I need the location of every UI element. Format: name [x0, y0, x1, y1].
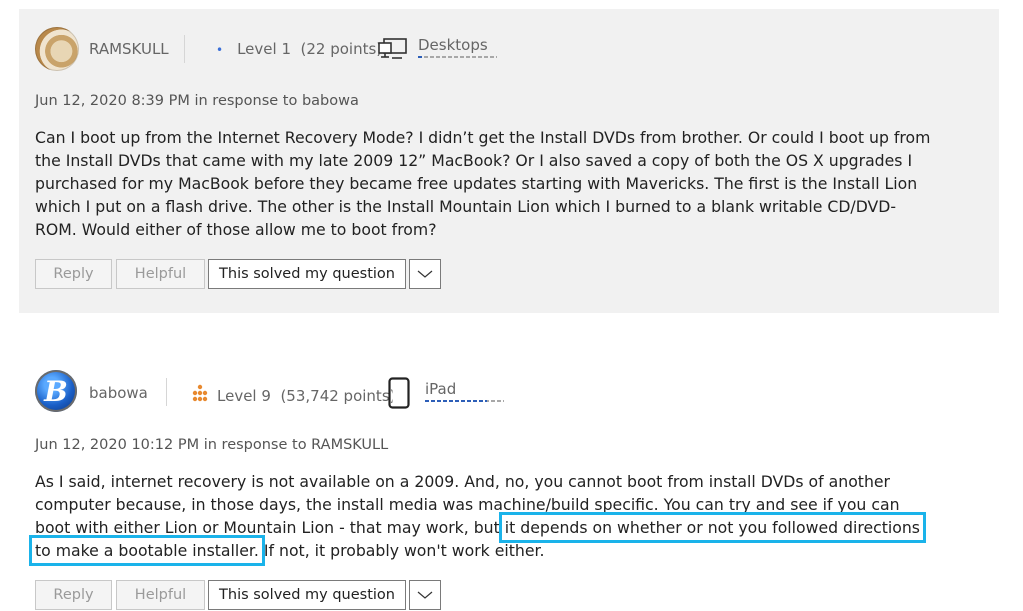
level-progress-bar — [418, 56, 497, 58]
level-progress-fill — [418, 56, 425, 58]
reply-post: RAMSKULL • Level 1 (22 points) Desktops J… — [19, 9, 999, 313]
reply-button[interactable]: Reply — [35, 580, 112, 610]
more-options-button[interactable] — [409, 580, 441, 610]
post-date: Jun 12, 2020 8:39 PM — [35, 93, 190, 109]
tablet-icon — [388, 377, 410, 409]
post-body: Can I boot up from the Internet Recovery… — [35, 128, 931, 239]
points-label: (22 points) — [300, 40, 383, 58]
user-level: • Level 1 (22 points) — [216, 40, 382, 58]
helpful-button[interactable]: Helpful — [116, 580, 205, 610]
level-progress-fill — [425, 400, 487, 402]
points-label: (53,742 points) — [280, 387, 396, 405]
chevron-down-icon — [417, 270, 433, 278]
post-date-line: Jun 12, 2020 10:12 PM in response to RAM… — [35, 437, 388, 453]
more-options-button[interactable] — [409, 259, 441, 289]
helpful-button[interactable]: Helpful — [116, 259, 205, 289]
divider — [184, 35, 185, 63]
reply-post: B babowa Level 9 (53,742 points) iPad Ju… — [19, 355, 999, 611]
in-response-link[interactable]: in response to babowa — [194, 93, 358, 109]
device-label: Desktops — [418, 36, 488, 54]
username[interactable]: babowa — [89, 384, 148, 402]
reply-button[interactable]: Reply — [35, 259, 112, 289]
avatar[interactable] — [35, 27, 79, 71]
post-date: Jun 12, 2020 10:12 PM — [35, 437, 200, 453]
post-body-text: If not, it probably won't work either. — [258, 541, 545, 560]
post-body: As I said, internet recovery is not avai… — [29, 470, 935, 566]
avatar[interactable]: B — [35, 370, 77, 412]
username[interactable]: RAMSKULL — [89, 40, 169, 58]
divider — [166, 378, 167, 406]
in-response-link[interactable]: in response to RAMSKULL — [204, 437, 388, 453]
chevron-down-icon — [417, 591, 433, 599]
level-label: Level 1 — [237, 40, 291, 58]
post-date-line: Jun 12, 2020 8:39 PM in response to babo… — [35, 93, 359, 109]
user-level: Level 9 (53,742 points) — [191, 384, 395, 405]
solved-button[interactable]: This solved my question — [208, 580, 406, 610]
solved-button[interactable]: This solved my question — [208, 259, 406, 289]
level-label: Level 9 — [217, 387, 271, 405]
level-progress-bar — [425, 400, 504, 402]
level-cluster-icon — [192, 384, 208, 402]
level-dot-icon: • — [216, 43, 224, 57]
desktop-icon — [378, 38, 407, 59]
device-label: iPad — [425, 380, 457, 398]
